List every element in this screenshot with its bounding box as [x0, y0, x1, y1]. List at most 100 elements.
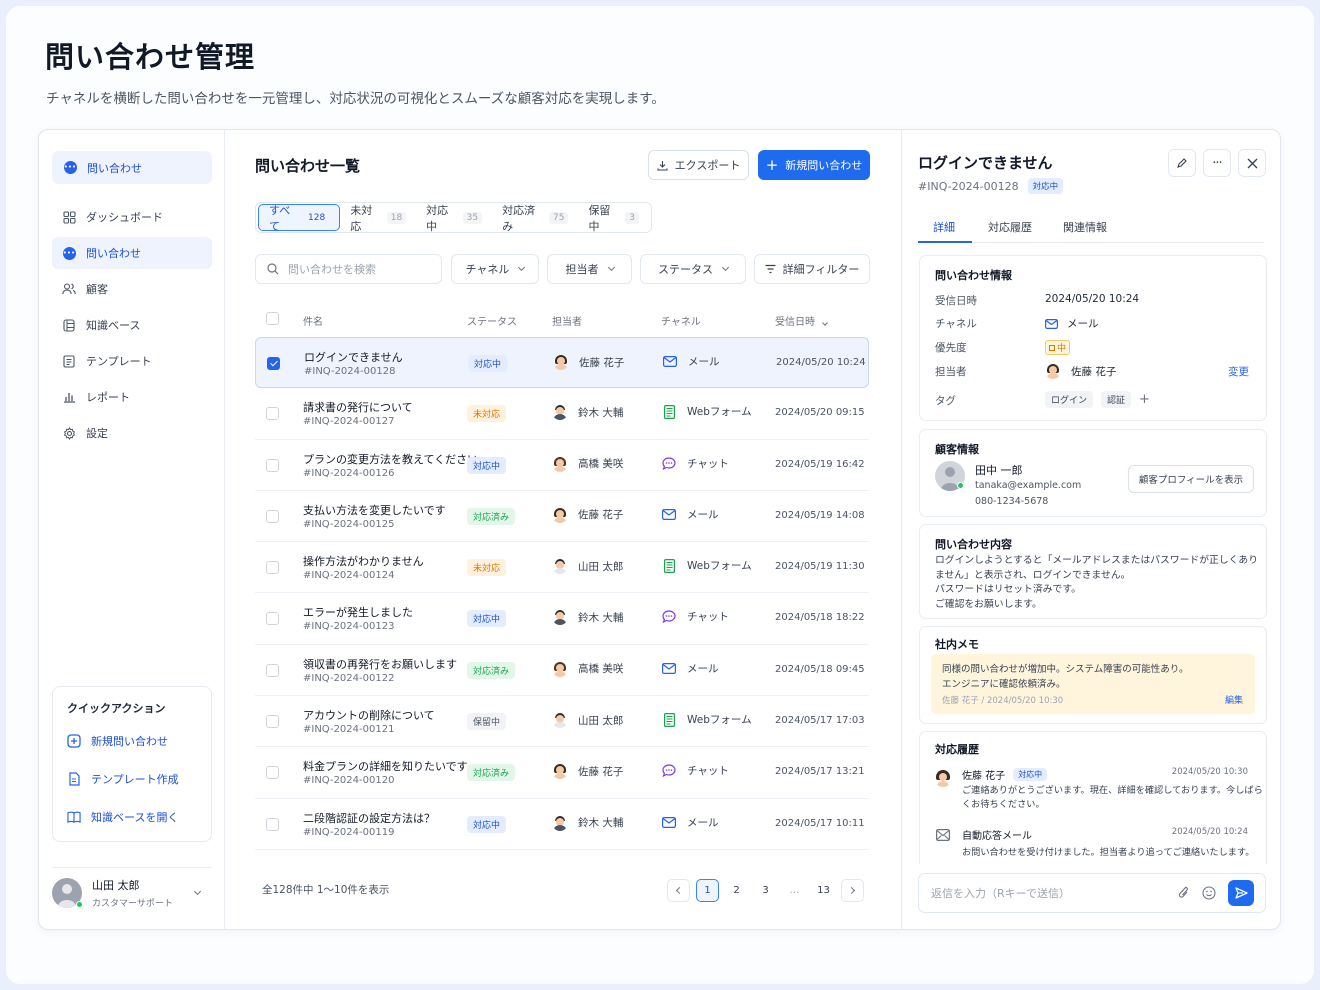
close-icon: [1247, 158, 1258, 169]
sidebar-item[interactable]: 設定: [52, 417, 212, 449]
detail-id: #INQ-2024-00128: [918, 179, 1019, 193]
quick-actions-title: クイックアクション: [67, 702, 166, 715]
add-tag-button[interactable]: +: [1139, 393, 1150, 406]
channel-filter[interactable]: チャネル: [451, 254, 539, 284]
page-button[interactable]: 3: [754, 885, 777, 896]
table-row[interactable]: 請求書の発行について #INQ-2024-00127 未対応 鈴木 大輔 Webフォーム…: [255, 388, 869, 440]
sidebar-item-label: 顧客: [86, 283, 108, 296]
edit-button[interactable]: [1168, 149, 1196, 177]
status-badge: 対応済み: [467, 661, 516, 679]
customer-email: tanaka@example.com: [975, 480, 1082, 491]
assignee-name: 山田 太郎: [578, 560, 624, 573]
sidebar-item[interactable]: ダッシュボード: [52, 201, 212, 233]
table-row[interactable]: 操作方法がわかりません #INQ-2024-00124 未対応 山田 太郎 Webフォー…: [255, 542, 869, 594]
close-button[interactable]: [1238, 149, 1266, 177]
page-button[interactable]: 2: [725, 885, 748, 896]
row-checkbox[interactable]: [266, 509, 279, 526]
table-row[interactable]: プランの変更方法を教えてください #INQ-2024-00126 対応中 高橋 美咲 チ…: [255, 440, 869, 491]
table-row[interactable]: 支払い方法を変更したいです #INQ-2024-00125 対応済み 佐藤 花子 メール…: [255, 491, 869, 543]
sidebar-item[interactable]: 知識ベース: [52, 309, 212, 341]
row-checkbox[interactable]: [267, 357, 280, 373]
row-id: #INQ-2024-00124: [303, 570, 395, 582]
bar-chart-icon: [62, 390, 76, 404]
row-received-date: 2024/05/17 17:03: [775, 715, 865, 727]
tab-details[interactable]: 詳細: [933, 219, 955, 235]
row-id: #INQ-2024-00121: [303, 724, 395, 736]
status-badge: 未対応: [467, 405, 507, 423]
prev-page-button[interactable]: [667, 878, 690, 902]
quick-action-new-inquiry[interactable]: 新規問い合わせ: [67, 733, 168, 749]
row-assignee: 佐藤 花子: [552, 507, 623, 523]
select-all-checkbox[interactable]: [266, 312, 279, 328]
status-tab[interactable]: 対応済み 75: [492, 204, 578, 233]
row-checkbox[interactable]: [266, 561, 279, 577]
sidebar-current-section[interactable]: ••• 問い合わせ: [52, 151, 212, 184]
status-tab[interactable]: 対応中 35: [416, 204, 492, 233]
export-button[interactable]: エクスポート: [648, 150, 749, 180]
chevron-down-icon: [721, 263, 730, 272]
content-line: ログインしようとすると「メールアドレスまたはパスワードが正しくあり: [935, 555, 1259, 566]
detail-id-row: #INQ-2024-00128 対応中: [918, 178, 1064, 194]
more-button[interactable]: ···: [1203, 149, 1231, 177]
assignee-filter[interactable]: 担当者: [547, 254, 632, 284]
advanced-filter-button[interactable]: 詳細フィルター: [754, 254, 870, 284]
table-row[interactable]: ログインできません #INQ-2024-00128 対応中 佐藤 花子 メール 2024/…: [255, 337, 869, 389]
status-tab-label: すべて: [269, 203, 291, 233]
reply-input[interactable]: 返信を入力（Rキーで送信）: [918, 873, 1266, 913]
status-badge: 対応中: [468, 355, 508, 372]
row-checkbox[interactable]: [266, 612, 279, 628]
row-checkbox[interactable]: [266, 766, 279, 782]
status-tab[interactable]: 保留中 3: [578, 204, 649, 233]
row-checkbox[interactable]: [266, 817, 279, 834]
table-row[interactable]: アカウントの削除について #INQ-2024-00121 保留中 山田 太郎 Webフォ…: [255, 696, 869, 748]
column-channel: チャネル: [661, 317, 701, 328]
new-inquiry-button[interactable]: + 新規問い合わせ: [758, 150, 870, 180]
table-row[interactable]: 領収書の再発行をお願いします #INQ-2024-00122 対応済み 高橋 美咲 メー…: [255, 645, 869, 697]
sidebar-item[interactable]: レポート: [52, 381, 212, 413]
view-customer-profile-button[interactable]: 顧客プロフィールを表示: [1128, 465, 1254, 493]
detail-tabs: 詳細 対応履歴 関連情報: [918, 215, 1264, 243]
page-button[interactable]: 1: [696, 878, 719, 902]
status-badge: 保留中: [467, 713, 507, 731]
tab-history[interactable]: 対応履歴: [988, 219, 1032, 235]
attach-icon[interactable]: [1178, 886, 1190, 900]
emoji-icon[interactable]: [1202, 886, 1216, 900]
status-tab[interactable]: 未対応 18: [340, 204, 416, 233]
online-indicator: [957, 482, 964, 489]
memo-edit-link[interactable]: 編集: [1225, 693, 1243, 706]
send-button[interactable]: [1228, 880, 1254, 906]
send-icon: [1234, 887, 1248, 899]
column-received-sort[interactable]: 受信日時: [775, 313, 828, 328]
row-checkbox[interactable]: [266, 663, 279, 680]
next-page-button[interactable]: [841, 878, 864, 902]
row-checkbox[interactable]: [266, 458, 279, 475]
user-menu[interactable]: 山田 太郎 カスタマーサポート: [52, 867, 212, 917]
quick-action-create-template[interactable]: テンプレート作成: [67, 771, 179, 787]
table-row[interactable]: 二段階認証の設定方法は？ #INQ-2024-00119 対応中 鈴木 大輔 メール 20…: [255, 799, 869, 850]
table-row[interactable]: 料金プランの詳細を知りたいです #INQ-2024-00120 対応済み 佐藤 花子 チ…: [255, 747, 869, 799]
advanced-filter-label: 詳細フィルター: [782, 263, 860, 276]
mail-icon: [661, 662, 677, 674]
chat-icon: [661, 456, 677, 470]
row-checkbox[interactable]: [266, 715, 279, 731]
history-card-title: 対応履歴: [935, 743, 979, 756]
tag-chip: 認証: [1101, 391, 1132, 408]
assignee-name: 高橋 美咲: [578, 458, 624, 471]
change-assignee-link[interactable]: 変更: [1228, 364, 1249, 379]
row-id: #INQ-2024-00127: [303, 416, 395, 428]
sidebar-item[interactable]: テンプレート: [52, 345, 212, 377]
row-checkbox[interactable]: [266, 407, 279, 423]
quick-action-open-knowledge[interactable]: 知識ベースを開く: [67, 809, 178, 825]
chevron-down-icon: [193, 887, 201, 895]
sidebar-item[interactable]: ••• 問い合わせ: [52, 237, 212, 269]
table-row[interactable]: エラーが発生しました #INQ-2024-00123 対応中 鈴木 大輔 チャット 202…: [255, 593, 869, 645]
status-tab[interactable]: すべて 128: [258, 203, 341, 233]
page-button[interactable]: 13: [812, 885, 835, 896]
search-input[interactable]: 問い合わせを検索: [255, 254, 442, 284]
channel-name: Webフォーム: [687, 406, 752, 419]
row-assignee: 高橋 美咲: [552, 661, 623, 677]
status-filter[interactable]: ステータス: [640, 254, 746, 284]
sidebar-item[interactable]: 顧客: [52, 273, 212, 305]
dashboard-icon: [62, 210, 76, 224]
tab-related[interactable]: 関連情報: [1063, 219, 1107, 235]
